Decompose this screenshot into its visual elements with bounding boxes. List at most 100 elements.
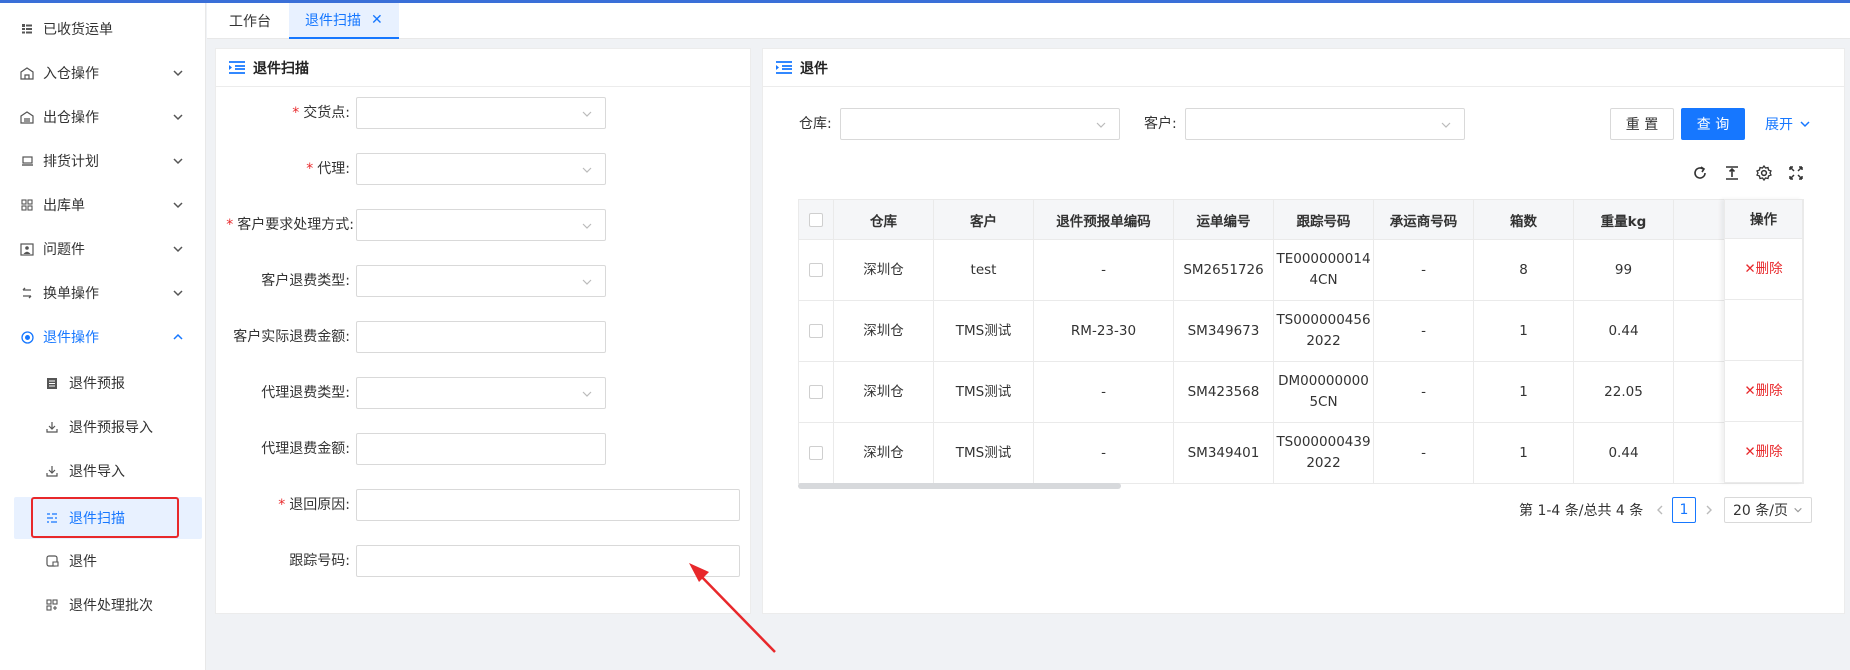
import-icon xyxy=(45,420,59,434)
cell-warehouse: 深圳仓 xyxy=(833,300,934,362)
sidebar-item-received-waybills[interactable]: 已收货运单 xyxy=(0,7,206,51)
customer-refund-amount-field[interactable] xyxy=(357,322,605,352)
cell-weight: 0.44 xyxy=(1573,422,1674,484)
cell-boxes: 1 xyxy=(1473,300,1574,362)
batch-icon xyxy=(45,598,59,612)
refresh-icon[interactable] xyxy=(1691,164,1709,182)
table-header-row: 仓库 客户 退件预报单编码 运单编号 跟踪号码 承运商号码 箱数 重量kg 重量 xyxy=(798,199,1804,240)
column-header[interactable]: 重量kg xyxy=(1573,199,1674,240)
chevron-down-icon xyxy=(1794,507,1802,513)
query-button[interactable]: 查 询 xyxy=(1681,108,1745,140)
cell-weight: 99 xyxy=(1573,239,1674,301)
sidebar-item-return-batches[interactable]: 退件处理批次 xyxy=(14,584,202,626)
cell-forecast-code: - xyxy=(1033,361,1174,423)
chevron-down-icon xyxy=(582,223,592,229)
page-1-button[interactable]: 1 xyxy=(1672,497,1696,523)
row-checkbox[interactable] xyxy=(809,384,823,399)
cell-waybill: SM349401 xyxy=(1173,422,1274,484)
agent-refund-amount-input[interactable] xyxy=(356,433,606,465)
warehouse-filter-label: 仓库: xyxy=(799,116,832,132)
tab-workbench[interactable]: 工作台 xyxy=(213,3,287,39)
customer-refund-amount-input[interactable] xyxy=(356,321,606,353)
column-header[interactable]: 承运商号码 xyxy=(1373,199,1474,240)
column-header[interactable]: 退件预报单编码 xyxy=(1033,199,1174,240)
table-row[interactable]: 深圳仓 TMS测试 - SM349401 TS000000439 2022 - 1… xyxy=(798,422,1804,484)
column-header[interactable]: 跟踪号码 xyxy=(1273,199,1374,240)
delete-button[interactable]: ✕删除 xyxy=(1744,444,1782,460)
returns-table: 仓库 客户 退件预报单编码 运单编号 跟踪号码 承运商号码 箱数 重量kg 重量… xyxy=(798,199,1804,484)
cell-waybill: SM423568 xyxy=(1173,361,1274,423)
field-label: * 客户要求处理方式: xyxy=(226,217,354,233)
chevron-down-icon xyxy=(1800,121,1810,128)
delete-button[interactable]: ✕删除 xyxy=(1744,261,1782,277)
reset-button[interactable]: 重 置 xyxy=(1610,108,1674,140)
agent-refund-amount-field[interactable] xyxy=(357,434,605,464)
cell-waybill: SM2651726 xyxy=(1173,239,1274,301)
cell-carrier-no: - xyxy=(1373,239,1474,301)
page-size-select[interactable]: 20 条/页 xyxy=(1724,497,1812,523)
close-icon[interactable]: ✕ xyxy=(371,12,383,28)
chevron-down-icon xyxy=(582,391,592,397)
field-return-reason-row: * 退回原因: xyxy=(0,489,350,521)
chevron-down-icon xyxy=(1096,122,1106,128)
table-row[interactable]: 深圳仓 TMS测试 RM-23-30 SM349673 TS000000456 2… xyxy=(798,300,1804,362)
tracking-number-input[interactable] xyxy=(356,545,740,577)
row-checkbox[interactable] xyxy=(809,445,823,460)
tracking-number-field[interactable] xyxy=(357,546,739,576)
column-height-icon[interactable] xyxy=(1723,164,1741,182)
column-header[interactable]: 运单编号 xyxy=(1173,199,1274,240)
fullscreen-icon[interactable] xyxy=(1787,164,1805,182)
select-all-cell[interactable] xyxy=(798,199,834,240)
customer-refund-type-select[interactable] xyxy=(356,265,606,297)
field-label: 代理退费金额: xyxy=(261,441,350,457)
row-select-cell[interactable] xyxy=(798,300,834,362)
agent-select[interactable] xyxy=(356,153,606,185)
cell-warehouse: 深圳仓 xyxy=(833,239,934,301)
cell-boxes: 1 xyxy=(1473,422,1574,484)
warehouse-filter-select[interactable] xyxy=(840,108,1120,140)
cell-weight: 0.44 xyxy=(1573,300,1674,362)
agent-refund-type-select[interactable] xyxy=(356,377,606,409)
select-all-checkbox[interactable] xyxy=(809,212,823,227)
return-reason-input[interactable] xyxy=(356,489,740,521)
field-delivery-point-row: * 交货点: xyxy=(0,97,350,129)
cell-boxes: 1 xyxy=(1473,361,1574,423)
row-select-cell[interactable] xyxy=(798,422,834,484)
chevron-right-icon[interactable] xyxy=(1703,504,1715,516)
op-cell: ✕删除 xyxy=(1724,422,1803,483)
row-select-cell[interactable] xyxy=(798,361,834,423)
sidebar-group-inbound[interactable]: 入仓操作 xyxy=(0,51,206,95)
field-handling-row: * 客户要求处理方式: xyxy=(0,209,354,241)
field-label: * 代理: xyxy=(306,161,350,177)
import-icon xyxy=(45,464,59,478)
handling-method-select[interactable] xyxy=(356,209,606,241)
column-header[interactable]: 仓库 xyxy=(833,199,934,240)
return-reason-field[interactable] xyxy=(357,490,739,520)
customer-filter-label: 客户: xyxy=(1144,116,1177,132)
horizontal-scrollbar[interactable] xyxy=(798,483,1121,489)
panel-title: 退件扫描 xyxy=(253,60,309,77)
row-checkbox[interactable] xyxy=(809,262,823,277)
column-header[interactable]: 箱数 xyxy=(1473,199,1574,240)
customer-filter-select[interactable] xyxy=(1185,108,1465,140)
table-row[interactable]: 深圳仓 test - SM2651726 TE000000014 4CN - 8 … xyxy=(798,239,1804,301)
settings-icon[interactable] xyxy=(1755,164,1773,182)
cell-carrier-no: - xyxy=(1373,361,1474,423)
expand-label: 展开 xyxy=(1765,117,1793,133)
expand-button[interactable]: 展开 xyxy=(1760,108,1816,140)
table-row[interactable]: 深圳仓 TMS测试 - SM423568 DM00000000 5CN - 1 2… xyxy=(798,361,1804,423)
tab-return-scan[interactable]: 退件扫描 ✕ xyxy=(289,3,399,39)
delivery-point-select[interactable] xyxy=(356,97,606,129)
tab-label: 退件扫描 xyxy=(305,13,361,29)
row-select-cell[interactable] xyxy=(798,239,834,301)
page-size-value: 20 条/页 xyxy=(1733,503,1788,519)
field-label: * 退回原因: xyxy=(278,497,350,513)
chevron-left-icon[interactable] xyxy=(1654,504,1666,516)
column-header[interactable]: 客户 xyxy=(933,199,1034,240)
row-checkbox[interactable] xyxy=(809,323,823,338)
field-agent-refund-amount-row: 代理退费金额: xyxy=(0,433,350,465)
cell-customer: TMS测试 xyxy=(933,300,1034,362)
field-customer-refund-type-row: 客户退费类型: xyxy=(0,265,350,297)
chevron-down-icon xyxy=(173,246,183,253)
delete-button[interactable]: ✕删除 xyxy=(1744,383,1782,399)
